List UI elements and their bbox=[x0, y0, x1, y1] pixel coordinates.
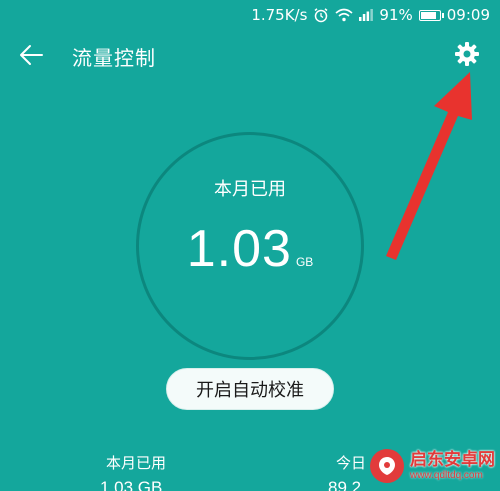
monthly-used-value: 1.03 GB bbox=[100, 478, 163, 491]
status-time: 09:09 bbox=[446, 6, 490, 24]
battery-icon bbox=[418, 9, 444, 21]
watermark-title: 启东安卓网 bbox=[410, 450, 495, 471]
today-used-value: 89.2 bbox=[328, 478, 362, 491]
traffic-control-screen: 1.75K/s 91% 09:09 流量控制 本月已用 1.03 GB 开启自动… bbox=[0, 0, 500, 491]
usage-value-group: 1.03 GB bbox=[139, 219, 361, 279]
back-button[interactable] bbox=[14, 40, 48, 74]
usage-value: 1.03 bbox=[186, 220, 292, 278]
arrow-left-icon bbox=[17, 41, 45, 73]
wifi-icon bbox=[335, 8, 353, 22]
gear-icon bbox=[454, 41, 480, 71]
network-speed: 1.75K/s bbox=[251, 6, 308, 24]
usage-ring: 本月已用 1.03 GB bbox=[136, 132, 364, 360]
monthly-used-label: 本月已用 bbox=[106, 454, 167, 472]
settings-button[interactable] bbox=[452, 41, 482, 71]
usage-unit: GB bbox=[295, 255, 314, 269]
page-title: 流量控制 bbox=[72, 46, 156, 70]
battery-level-fill bbox=[420, 11, 437, 19]
watermark-url: www.qdltdq.com bbox=[410, 469, 483, 481]
alarm-icon bbox=[313, 7, 329, 23]
site-watermark: 启东安卓网 www.qdltdq.com bbox=[370, 441, 500, 491]
auto-calibrate-button[interactable]: 开启自动校准 bbox=[166, 368, 334, 410]
watermark-text: 启东安卓网 www.qdltdq.com bbox=[410, 451, 495, 481]
app-header: 流量控制 bbox=[0, 30, 500, 82]
watermark-logo-icon bbox=[370, 449, 404, 483]
battery-percent: 91% bbox=[379, 6, 413, 24]
usage-label: 本月已用 bbox=[214, 179, 286, 200]
status-bar: 1.75K/s 91% 09:09 bbox=[0, 0, 500, 30]
signal-icon bbox=[359, 9, 374, 21]
today-used-label: 今日 bbox=[336, 454, 367, 472]
